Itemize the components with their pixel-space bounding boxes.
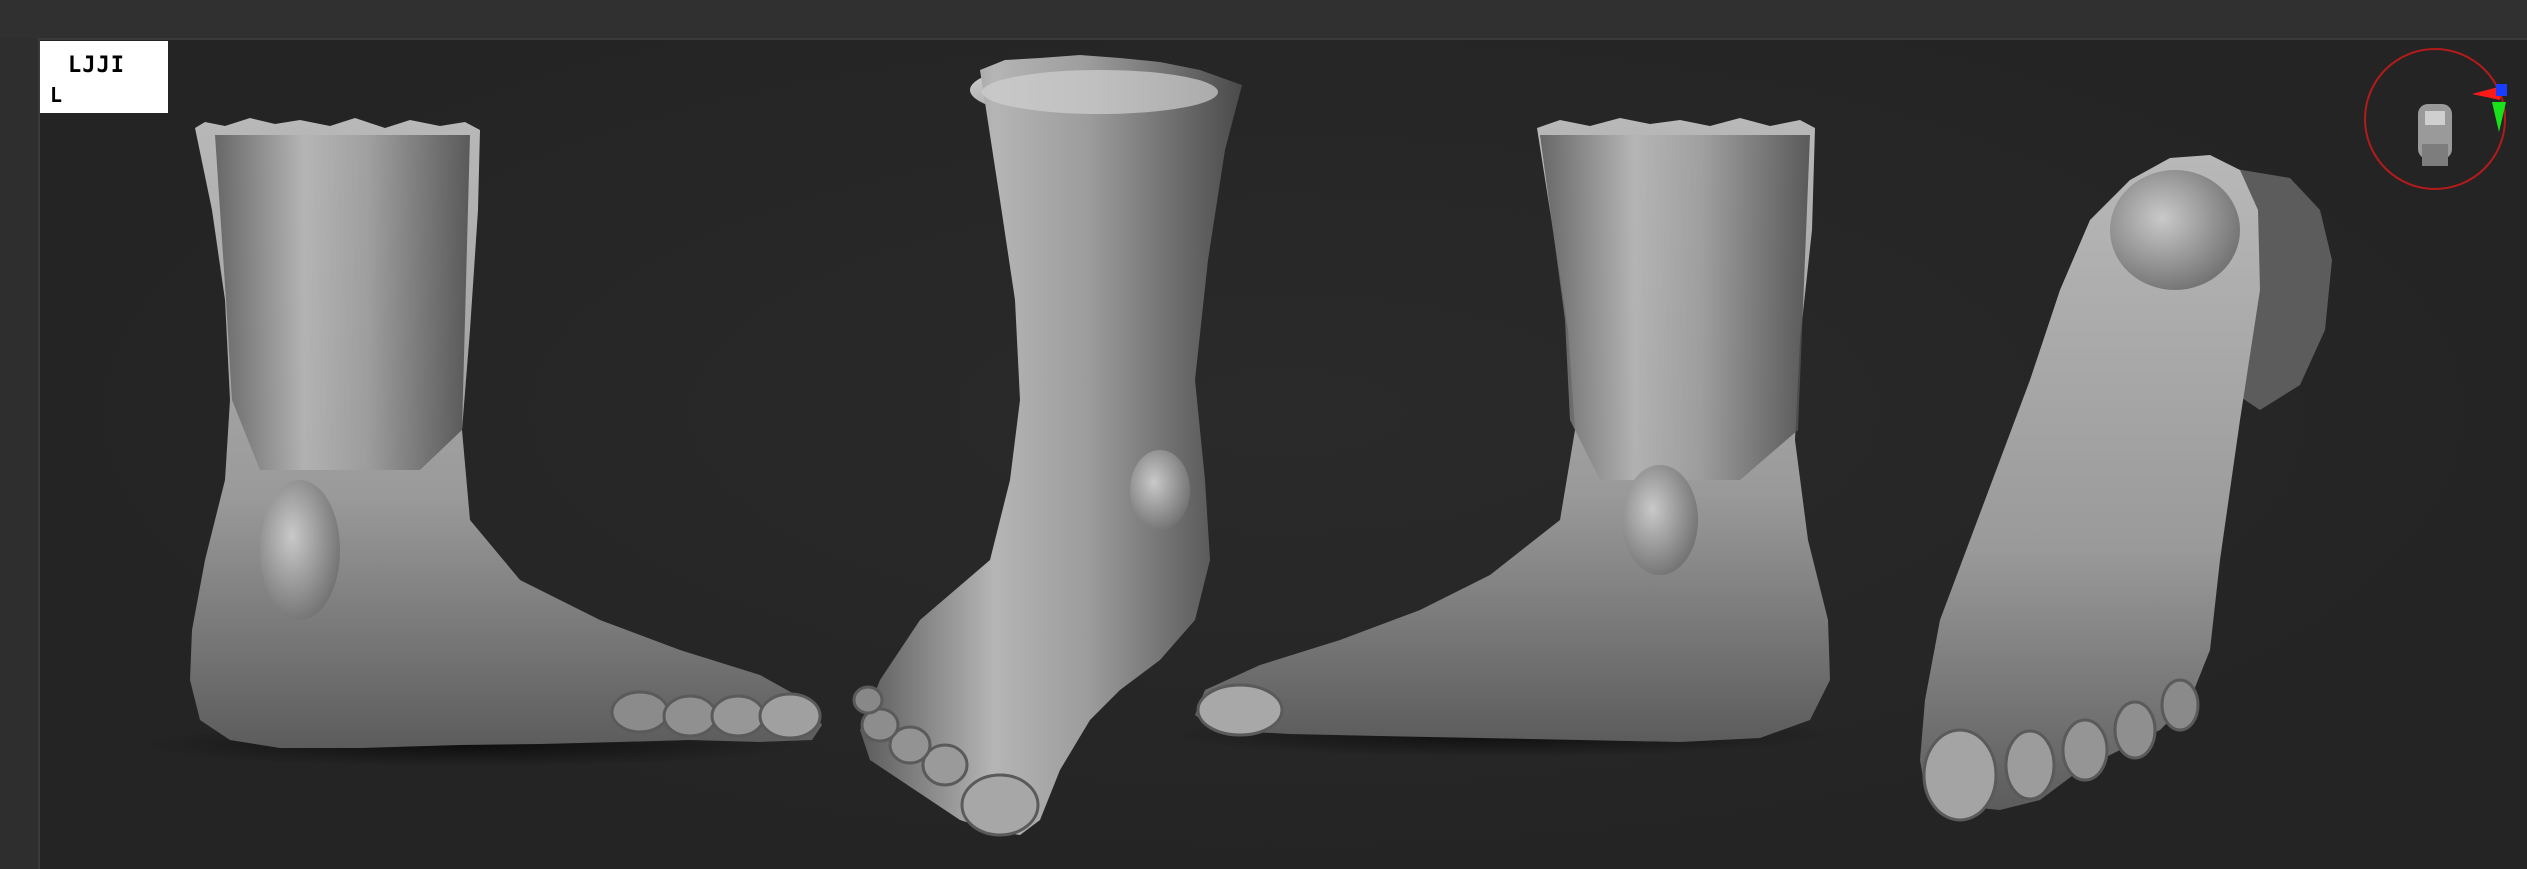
ankle-bone [1130,450,1190,530]
z-axis-icon [2496,84,2507,96]
gizmo-face [2425,111,2445,125]
toe [2113,700,2157,760]
foot-side-right-view[interactable] [1170,118,1830,757]
toe [2160,678,2200,732]
foot-sole-bottom-view[interactable] [1920,155,2332,822]
foot-side-left-view[interactable] [140,118,822,767]
leg-rim [982,70,1218,114]
toe [758,692,822,740]
big-toe [1196,683,1284,737]
foot-three-quarter-front-view[interactable] [852,55,1242,837]
leg-shading [1540,135,1810,480]
toe [662,694,718,738]
ankle-bone [1622,465,1698,575]
model-stage [140,55,2332,837]
leg-shading [215,135,470,470]
ankle-bone [260,480,340,620]
heel [2110,170,2240,290]
navigation-gizmo-icon[interactable] [2360,44,2510,194]
toe [610,690,670,734]
zbrush-app: LJJI L [0,0,2527,869]
toe [2061,718,2109,782]
toe [710,694,766,738]
gizmo-neck [2422,144,2448,166]
big-toe [1922,728,1998,822]
toe [852,685,884,715]
foot-mesh [860,55,1242,835]
big-toe [960,773,1040,837]
toe [2004,729,2056,801]
